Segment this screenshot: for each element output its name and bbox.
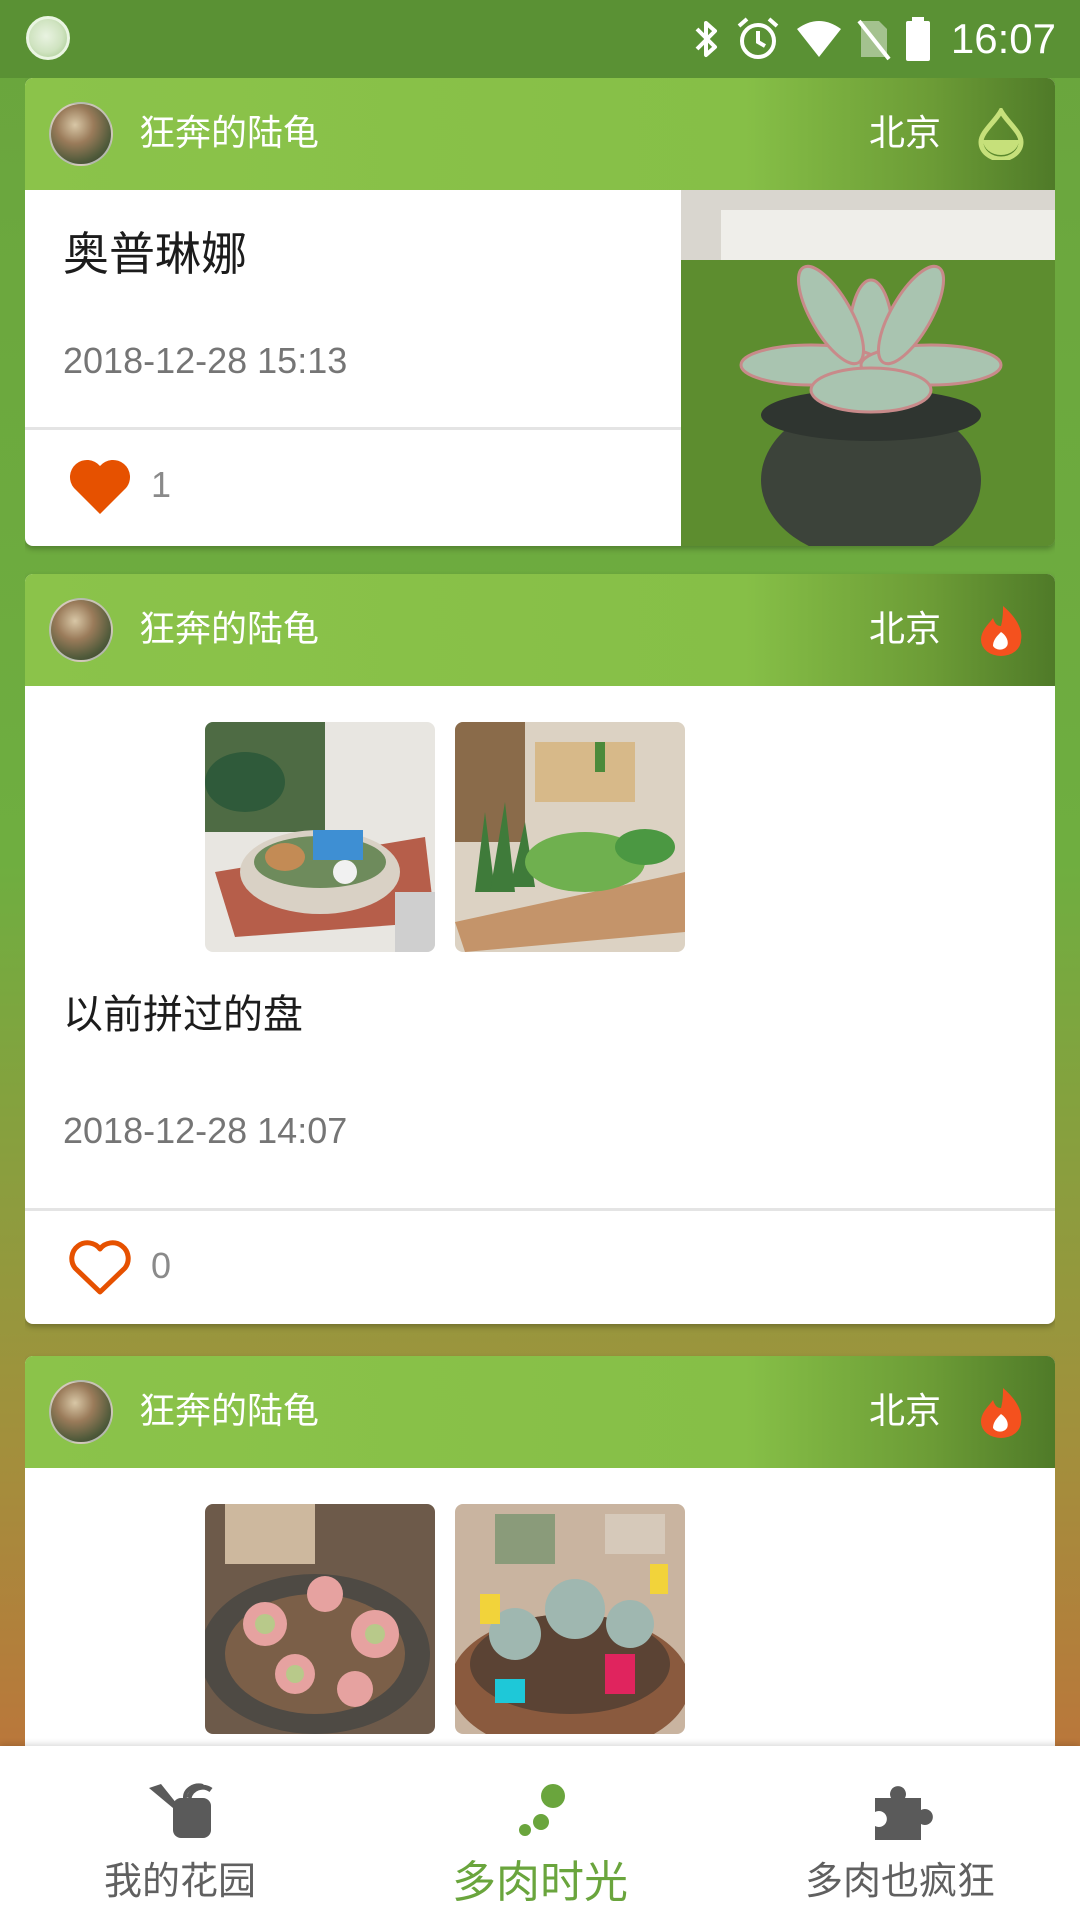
like-row: 0 <box>25 1211 1055 1323</box>
post-feed[interactable]: 狂奔的陆龟 北京 奥普琳娜 2018-12-28 15:13 1 狂奔的陆龟 北… <box>25 78 1055 1746</box>
post-time: 2018-12-28 15:13 <box>63 340 348 381</box>
bluetooth-icon <box>695 21 717 57</box>
post-photo[interactable] <box>455 1504 685 1734</box>
heart-filled-icon[interactable] <box>67 456 133 516</box>
username[interactable]: 狂奔的陆龟 <box>139 112 319 156</box>
status-bar: 16:07 <box>0 0 1080 78</box>
avatar[interactable] <box>49 598 113 662</box>
clock: 16:07 <box>950 15 1056 62</box>
post-card[interactable]: 狂奔的陆龟 北京 <box>25 1356 1055 1746</box>
fire-icon <box>981 1388 1022 1438</box>
dots-icon <box>519 1784 565 1836</box>
location: 北京 <box>868 609 941 650</box>
post-header: 狂奔的陆龟 北京 <box>25 574 1055 686</box>
app-notification-icon <box>26 16 70 60</box>
avatar[interactable] <box>49 1380 113 1444</box>
post-card[interactable]: 狂奔的陆龟 北京 <box>25 574 1055 1324</box>
post-header: 狂奔的陆龟 北京 <box>25 78 1055 190</box>
post-photo[interactable] <box>205 1504 435 1734</box>
username[interactable]: 狂奔的陆龟 <box>139 1390 319 1434</box>
water-drop-icon <box>978 108 1024 160</box>
location: 北京 <box>868 113 941 154</box>
post-photo[interactable] <box>455 722 685 952</box>
nav-label: 多肉也疯狂 <box>804 1859 995 1903</box>
nav-succulent-moments[interactable]: 多肉时光 <box>360 1746 720 1920</box>
post-title[interactable]: 以前拼过的盘 <box>63 982 303 1040</box>
like-count: 1 <box>151 464 172 505</box>
no-sim-icon <box>857 19 891 61</box>
post-header: 狂奔的陆龟 北京 <box>25 1356 1055 1468</box>
status-icons: 16:07 <box>693 12 1056 66</box>
puzzle-icon <box>875 1786 933 1840</box>
nav-label: 我的花园 <box>103 1859 256 1903</box>
fire-icon <box>981 606 1022 656</box>
location: 北京 <box>868 1391 941 1432</box>
username[interactable]: 狂奔的陆龟 <box>139 608 319 652</box>
post-photo[interactable] <box>205 722 435 952</box>
avatar[interactable] <box>49 102 113 166</box>
post-title[interactable]: 奥普琳娜 <box>63 218 247 284</box>
nav-my-garden[interactable]: 我的花园 <box>0 1746 360 1920</box>
nav-succulent-crazy[interactable]: 多肉也疯狂 <box>720 1746 1080 1920</box>
wifi-icon <box>796 21 841 57</box>
nav-label: 多肉时光 <box>452 1857 628 1908</box>
like-row: 1 <box>25 430 681 542</box>
like-count: 0 <box>151 1245 172 1286</box>
post-time: 2018-12-28 14:07 <box>63 1110 348 1151</box>
heart-outline-icon[interactable] <box>67 1237 133 1297</box>
alarm-icon <box>737 17 779 59</box>
watering-can-icon <box>149 1783 213 1838</box>
bottom-navigation: 我的花园 多肉时光 多肉也疯狂 <box>0 1746 1080 1920</box>
post-photo[interactable] <box>681 190 1055 546</box>
post-card[interactable]: 狂奔的陆龟 北京 奥普琳娜 2018-12-28 15:13 1 <box>25 78 1055 546</box>
battery-icon <box>905 17 930 61</box>
